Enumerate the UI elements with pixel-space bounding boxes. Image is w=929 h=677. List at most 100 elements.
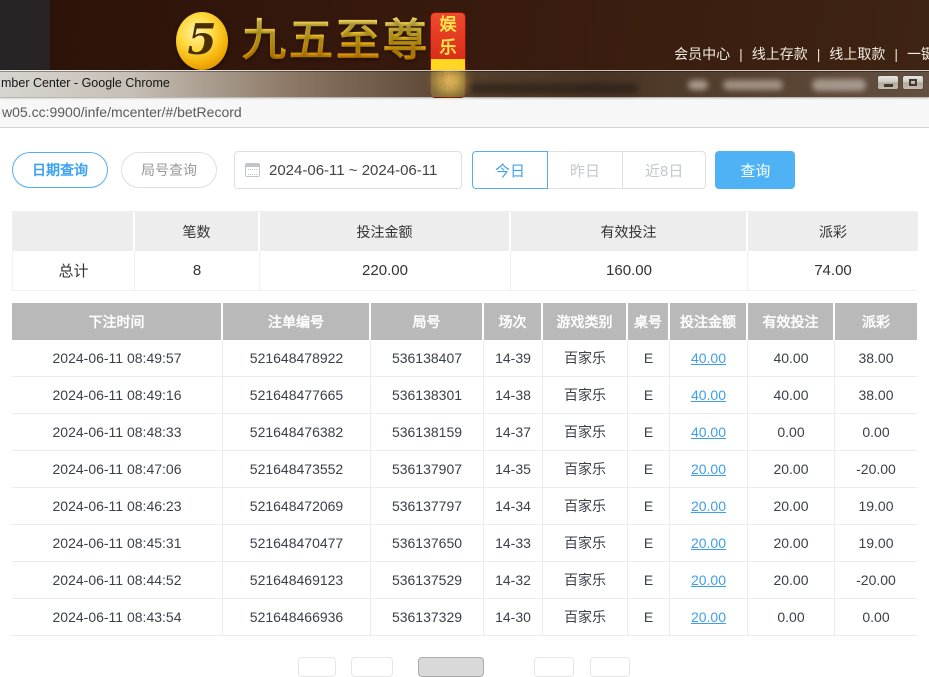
cell-table-no: E (628, 414, 670, 451)
cell-table-no: E (628, 562, 670, 599)
nav-divider: | (817, 46, 821, 62)
cell-game: 百家乐 (543, 414, 628, 451)
table-row: 2024-06-11 08:43:54 521648466936 5361373… (12, 599, 917, 636)
pagination-page-size[interactable] (418, 657, 484, 677)
url-text[interactable]: w05.cc:9900/infe/mcenter/#/betRecord (2, 98, 242, 127)
bet-amount-link[interactable]: 20.00 (691, 535, 726, 551)
logo-95-icon: 5 (176, 12, 228, 70)
cell-session: 14-32 (484, 562, 543, 599)
tag-char: 娱 (440, 13, 457, 36)
bet-amount-link[interactable]: 20.00 (691, 609, 726, 625)
summary-payout: 74.00 (748, 251, 918, 290)
cell-game: 百家乐 (543, 562, 628, 599)
col-round-no: 局号 (371, 303, 484, 340)
summary-count: 8 (135, 251, 260, 290)
cell-order-no: 521648478922 (223, 340, 371, 377)
cell-table-no: E (628, 377, 670, 414)
minimize-icon (884, 84, 893, 87)
bet-amount-link[interactable]: 20.00 (691, 572, 726, 588)
tab-date-query[interactable]: 日期查询 (12, 152, 108, 188)
calendar-icon (245, 163, 260, 177)
blurred-logo-glow (432, 67, 468, 95)
col-bet-amount: 投注金额 (670, 303, 748, 340)
address-bar[interactable]: w05.cc:9900/infe/mcenter/#/betRecord (0, 97, 929, 128)
cell-round-no: 536137797 (371, 488, 484, 525)
cell-order-no: 521648472069 (223, 488, 371, 525)
cell-time: 2024-06-11 08:49:57 (12, 340, 223, 377)
cell-round-no: 536138407 (371, 340, 484, 377)
table-row: 2024-06-11 08:44:52 521648469123 5361375… (12, 562, 917, 599)
summary-header-row: 笔数 投注金额 有效投注 派彩 (13, 212, 918, 251)
cell-order-no: 521648470477 (223, 525, 371, 562)
cell-payout: 19.00 (835, 488, 917, 525)
cell-payout: 38.00 (835, 340, 917, 377)
summary-header-count: 笔数 (135, 212, 260, 251)
bet-amount-link[interactable]: 40.00 (691, 387, 726, 403)
cell-round-no: 536138159 (371, 414, 484, 451)
tab-round-query[interactable]: 局号查询 (121, 152, 217, 188)
pagination-button[interactable] (590, 657, 630, 677)
cell-session: 14-39 (484, 340, 543, 377)
summary-total-row: 总计 8 220.00 160.00 74.00 (13, 251, 918, 290)
cell-payout: -20.00 (835, 562, 917, 599)
col-bet-time: 下注时间 (12, 303, 223, 340)
cell-round-no: 536138301 (371, 377, 484, 414)
cell-table-no: E (628, 599, 670, 636)
logo-title: 九五至尊 (242, 12, 430, 70)
cell-round-no: 536137329 (371, 599, 484, 636)
bet-amount-link[interactable]: 40.00 (691, 424, 726, 440)
bet-record-table: 下注时间 注单编号 局号 场次 游戏类别 桌号 投注金额 有效投注 派彩 202… (12, 303, 917, 636)
nav-one-key[interactable]: 一键 (907, 44, 929, 64)
cell-session: 14-35 (484, 451, 543, 488)
cell-game: 百家乐 (543, 599, 628, 636)
table-row: 2024-06-11 08:47:06 521648473552 5361379… (12, 451, 917, 488)
search-button[interactable]: 查询 (715, 151, 795, 189)
date-range-input[interactable]: 2024-06-11 ~ 2024-06-11 (234, 151, 462, 189)
bet-amount-link[interactable]: 20.00 (691, 498, 726, 514)
cell-game: 百家乐 (543, 340, 628, 377)
pagination-button[interactable] (298, 657, 336, 677)
cell-session: 14-33 (484, 525, 543, 562)
col-order-no: 注单编号 (223, 303, 371, 340)
cell-valid-bet: 20.00 (748, 562, 835, 599)
col-game-type: 游戏类别 (543, 303, 628, 340)
cell-order-no: 521648476382 (223, 414, 371, 451)
pagination-button[interactable] (351, 657, 393, 677)
cell-order-no: 521648469123 (223, 562, 371, 599)
nav-member-center[interactable]: 会员中心 (674, 44, 730, 64)
summary-valid-bet: 160.00 (511, 251, 748, 290)
cell-game: 百家乐 (543, 525, 628, 562)
cell-time: 2024-06-11 08:47:06 (12, 451, 223, 488)
summary-header-bet-amount: 投注金额 (260, 212, 511, 251)
table-row: 2024-06-11 08:49:16 521648477665 5361383… (12, 377, 917, 414)
bet-amount-link[interactable]: 20.00 (691, 461, 726, 477)
summary-header-payout: 派彩 (748, 212, 918, 251)
quick-yesterday-button[interactable]: 昨日 (547, 151, 623, 189)
maximize-button[interactable] (902, 75, 924, 90)
summary-table: 笔数 投注金额 有效投注 派彩 总计 8 220.00 160.00 74.00 (12, 211, 917, 291)
cell-payout: 38.00 (835, 377, 917, 414)
pagination-button[interactable] (534, 657, 574, 677)
col-valid-bet: 有效投注 (748, 303, 835, 340)
cell-session: 14-38 (484, 377, 543, 414)
cell-payout: 0.00 (835, 599, 917, 636)
cell-payout: 19.00 (835, 525, 917, 562)
cell-table-no: E (628, 340, 670, 377)
site-logo: 5 九五至尊 (176, 12, 430, 70)
nav-online-withdraw[interactable]: 线上取款 (829, 44, 885, 64)
minimize-button[interactable] (877, 75, 899, 90)
date-range-value: 2024-06-11 ~ 2024-06-11 (269, 162, 437, 179)
browser-titlebar[interactable]: mber Center - Google Chrome (0, 70, 929, 97)
cell-payout: -20.00 (835, 451, 917, 488)
nav-online-deposit[interactable]: 线上存款 (752, 44, 808, 64)
pagination (0, 657, 929, 677)
cell-valid-bet: 20.00 (748, 451, 835, 488)
cell-game: 百家乐 (543, 451, 628, 488)
cell-time: 2024-06-11 08:49:16 (12, 377, 223, 414)
quick-8days-button[interactable]: 近8日 (622, 151, 706, 189)
quick-today-button[interactable]: 今日 (472, 151, 548, 189)
blurred-text (812, 79, 866, 91)
summary-header-blank (13, 212, 135, 251)
cell-game: 百家乐 (543, 377, 628, 414)
bet-amount-link[interactable]: 40.00 (691, 350, 726, 366)
